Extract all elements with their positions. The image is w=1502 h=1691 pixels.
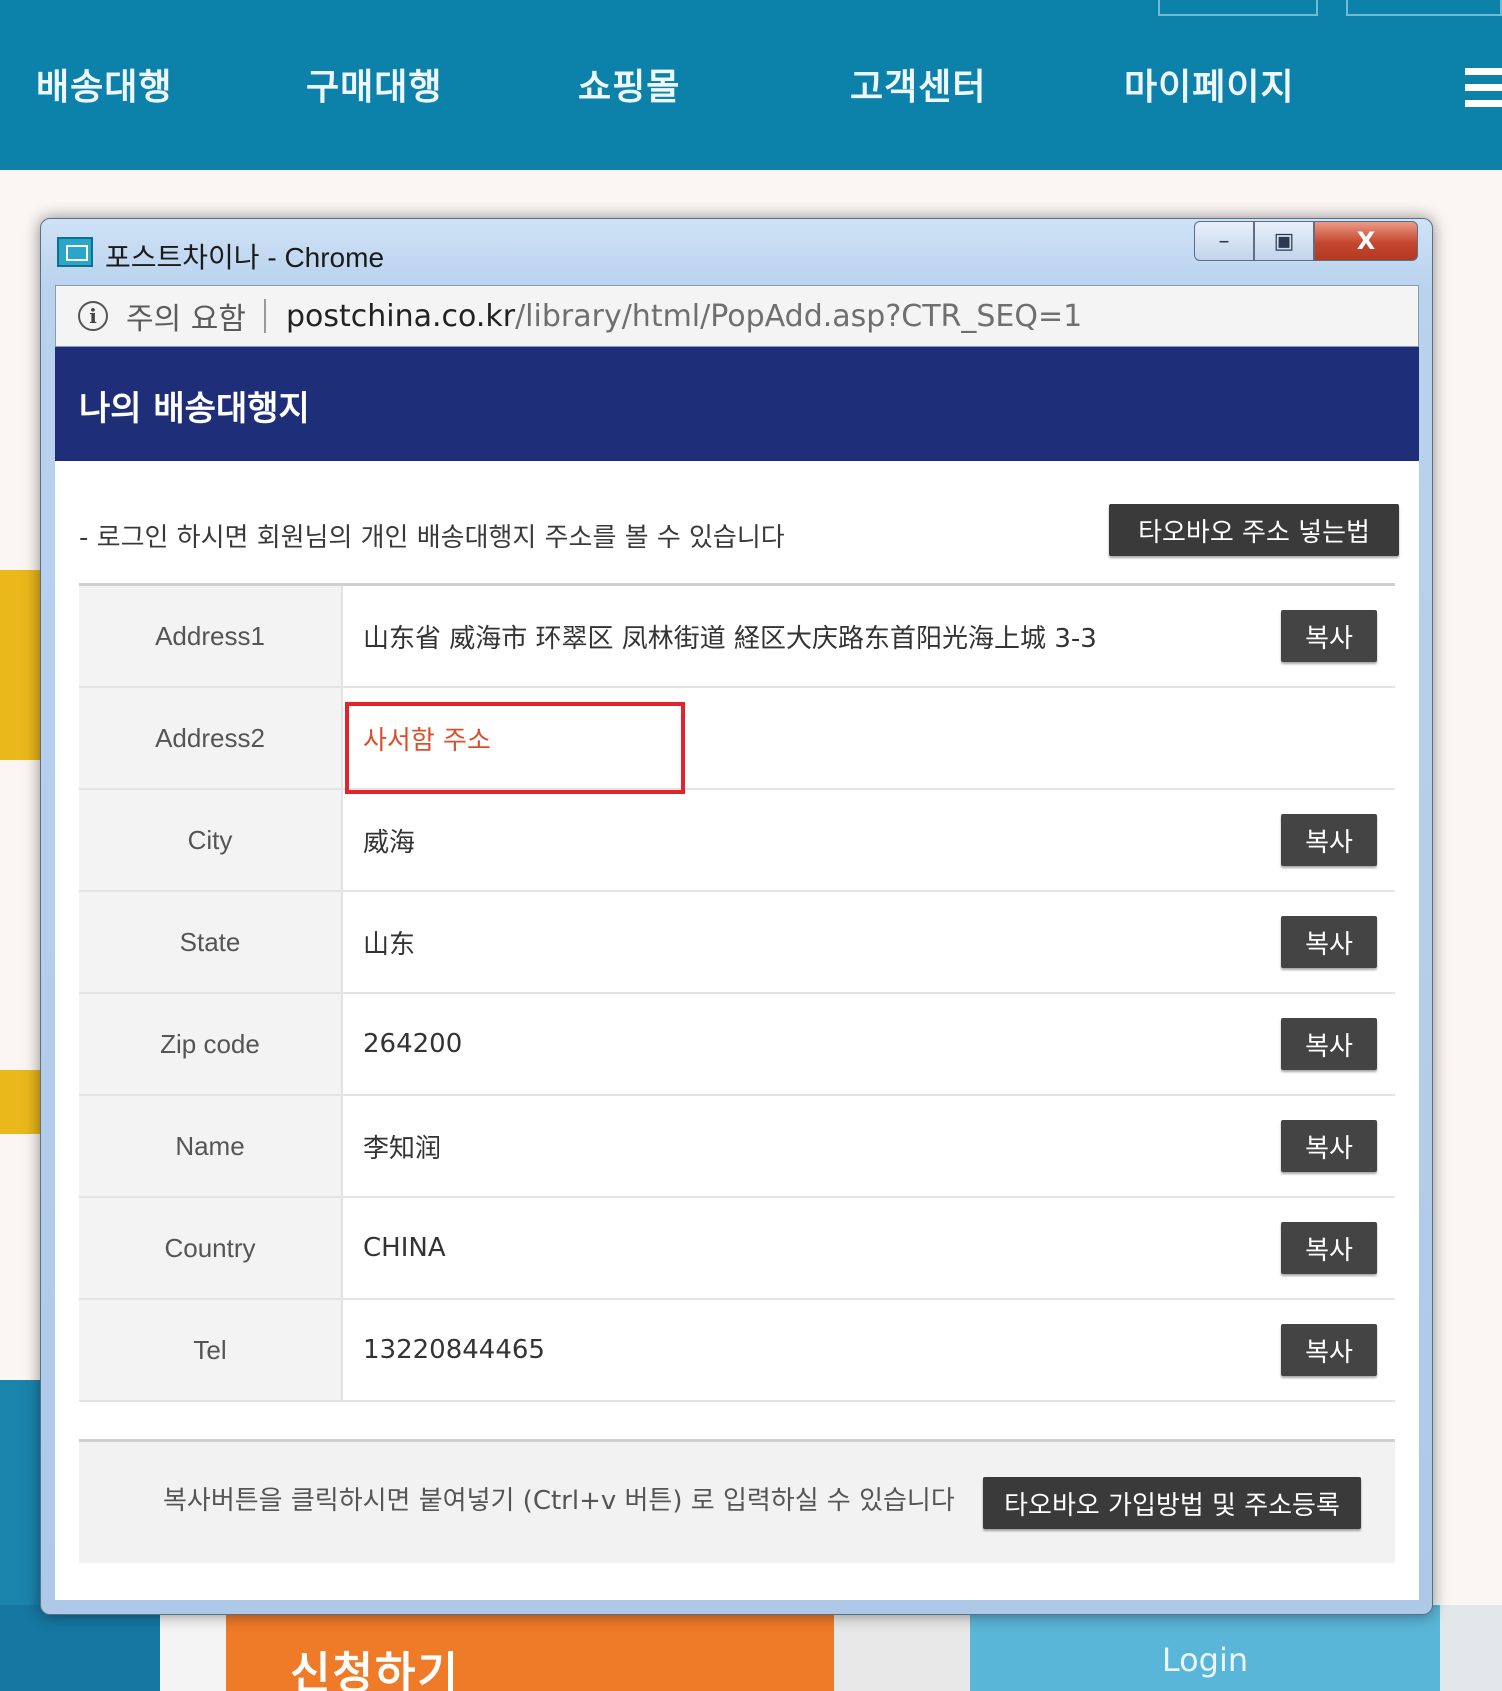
taobao-signup-button[interactable]: 타오바오 가입방법 및 주소등록: [983, 1477, 1361, 1529]
table-row: Zip code 264200 복사: [79, 994, 1395, 1096]
row-value: CHINA: [363, 1233, 446, 1263]
top-link-button[interactable]: [1346, 0, 1502, 16]
background-banner-fragment: [834, 1605, 970, 1691]
popup-header: 나의 배송대행지: [55, 347, 1419, 461]
row-label: Tel: [79, 1300, 343, 1400]
row-value: 13220844465: [363, 1335, 545, 1365]
table-row: Name 李知润 복사: [79, 1096, 1395, 1198]
copy-button[interactable]: 복사: [1281, 1018, 1377, 1070]
row-value: 威海: [363, 827, 416, 858]
nav-item-shop[interactable]: 쇼핑몰: [578, 58, 680, 110]
close-icon: X: [1356, 227, 1376, 255]
table-row: State 山东 복사: [79, 892, 1395, 994]
row-label: Address2: [79, 688, 343, 788]
footer-note: 복사버튼을 클릭하시면 붙여넣기 (Ctrl+v 버튼) 로 입력하실 수 있습…: [163, 1486, 955, 1516]
intro-text: - 로그인 하시면 회원님의 개인 배송대행지 주소를 볼 수 있습니다: [79, 523, 785, 553]
background-banner-fragment: [160, 1605, 226, 1691]
highlight-box: [345, 702, 685, 794]
envelope-icon: [57, 237, 93, 267]
background-banner-fragment: [0, 1070, 44, 1134]
page-title: 나의 배송대행지: [79, 389, 310, 429]
maximize-button[interactable]: ▣: [1254, 221, 1314, 261]
copy-button[interactable]: 복사: [1281, 1222, 1377, 1274]
copy-button[interactable]: 복사: [1281, 916, 1377, 968]
row-value: 李知润: [363, 1133, 442, 1164]
background-banner-fragment: [0, 1605, 160, 1691]
popup-window: 포스트차이나 - Chrome – ▣ X i 주의 요함 postchina.…: [40, 218, 1433, 1615]
minimize-button[interactable]: –: [1194, 221, 1254, 261]
table-row: Tel 13220844465 복사: [79, 1300, 1395, 1402]
row-label: State: [79, 892, 343, 992]
apply-button[interactable]: 신청하기: [226, 1605, 834, 1691]
security-warning: 주의 요함: [126, 302, 246, 337]
popup-content: 나의 배송대행지 - 로그인 하시면 회원님의 개인 배송대행지 주소를 볼 수…: [55, 347, 1419, 1600]
maximize-icon: ▣: [1273, 228, 1295, 254]
address-separator: [263, 299, 266, 333]
table-row: Address2 사서함 주소: [79, 688, 1395, 794]
copy-button[interactable]: 복사: [1281, 1324, 1377, 1376]
row-value: 山东省 威海市 环翠区 凤林街道 経区大庆路东首阳光海上城 3-3: [363, 623, 1097, 654]
copy-button[interactable]: 복사: [1281, 814, 1377, 866]
row-value: 山东: [363, 929, 416, 960]
row-label: Zip code: [79, 994, 343, 1094]
row-value: 264200: [363, 1029, 463, 1059]
row-label: Address1: [79, 586, 343, 686]
site-nav: 배송대행 구매대행 쇼핑몰 고객센터 마이페이지: [0, 0, 1502, 170]
close-button[interactable]: X: [1314, 221, 1418, 261]
nav-item-shipping[interactable]: 배송대행: [36, 58, 172, 110]
minimize-icon: –: [1218, 228, 1230, 254]
background-banner-fragment: [0, 1380, 44, 1605]
nav-item-purchase[interactable]: 구매대행: [306, 58, 442, 110]
login-button[interactable]: Login: [970, 1605, 1440, 1691]
copy-button[interactable]: 복사: [1281, 610, 1377, 662]
table-row: City 威海 복사: [79, 790, 1395, 892]
window-controls: – ▣ X: [1194, 221, 1418, 261]
url-path: /library/html/PopAdd.asp?CTR_SEQ=1: [515, 298, 1083, 334]
top-link-button[interactable]: [1158, 0, 1318, 16]
taobao-guide-button[interactable]: 타오바오 주소 넣는법: [1109, 504, 1399, 556]
hamburger-menu-icon[interactable]: [1465, 68, 1502, 116]
url-host: postchina.co.kr: [285, 298, 516, 334]
row-label: Country: [79, 1198, 343, 1298]
copy-button[interactable]: 복사: [1281, 1120, 1377, 1172]
info-icon[interactable]: i: [78, 301, 108, 331]
address-bar[interactable]: i 주의 요함 postchina.co.kr/library/html/Pop…: [55, 285, 1419, 347]
footer-panel: 복사버튼을 클릭하시면 붙여넣기 (Ctrl+v 버튼) 로 입력하실 수 있습…: [79, 1439, 1395, 1563]
row-label: Name: [79, 1096, 343, 1196]
address-table: Address1 山东省 威海市 环翠区 凤林街道 経区大庆路东首阳光海上城 3…: [79, 583, 1395, 1402]
window-title: 포스트차이나 - Chrome: [105, 242, 385, 273]
background-banner-fragment: [1440, 1605, 1502, 1691]
background-banner-fragment: [0, 570, 44, 760]
nav-item-support[interactable]: 고객센터: [850, 58, 986, 110]
table-row: Country CHINA 복사: [79, 1198, 1395, 1300]
table-row: Address1 山东省 威海市 环翠区 凤林街道 経区大庆路东首阳光海上城 3…: [79, 586, 1395, 688]
row-label: City: [79, 790, 343, 890]
nav-item-mypage[interactable]: 마이페이지: [1124, 58, 1295, 110]
